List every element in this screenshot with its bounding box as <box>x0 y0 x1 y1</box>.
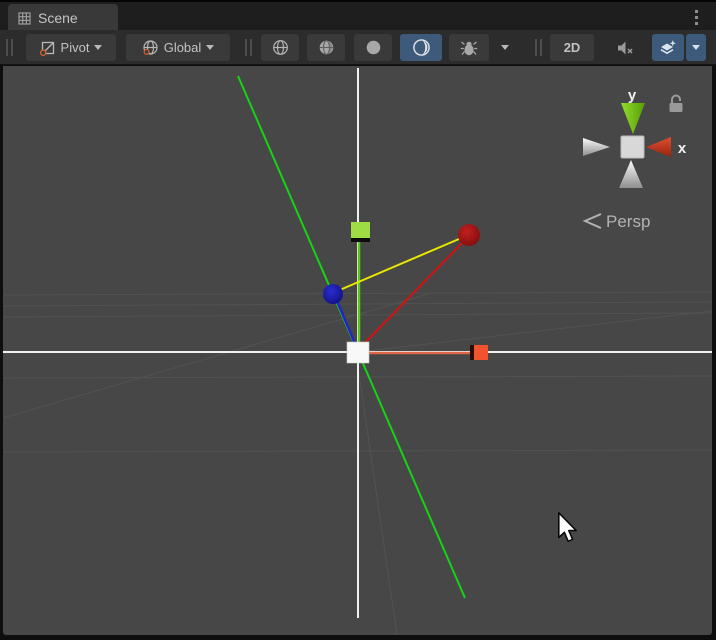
kebab-menu-button[interactable] <box>688 7 704 27</box>
orientation-gizmo[interactable]: y x Persp <box>583 87 687 231</box>
draw-mode-crescent-button[interactable] <box>400 34 442 61</box>
scene-toolbar: Pivot Global <box>0 30 716 65</box>
red-link-line <box>360 240 465 348</box>
gizmo-y-axis-cone[interactable] <box>621 103 645 134</box>
shaded-sphere-icon <box>365 39 382 56</box>
gizmo-x-axis-label: x <box>678 140 687 157</box>
effects-dropdown[interactable] <box>686 34 706 61</box>
projection-mode-toggle[interactable]: Persp <box>585 212 650 231</box>
wireframe-sphere-icon <box>272 39 289 56</box>
pivot-label: Pivot <box>61 40 90 55</box>
scene-view-window: Scene Pivot Gl <box>0 0 716 640</box>
scene-canvas: y x Persp <box>3 66 712 635</box>
global-label: Global <box>164 40 202 55</box>
pivot-icon <box>40 40 56 56</box>
gizmo-y-axis-label: y <box>628 87 637 104</box>
gizmo-center-cube[interactable] <box>621 136 644 158</box>
audio-muted-icon <box>616 40 634 56</box>
2d-label: 2D <box>564 40 581 55</box>
debug-bug-icon <box>460 39 478 57</box>
orange-cube-handle[interactable] <box>470 345 488 360</box>
debug-mode-dropdown[interactable] <box>493 34 517 61</box>
chevron-down-icon <box>501 45 509 50</box>
shaded-wireframe-sphere-icon <box>318 39 335 56</box>
crescent-sphere-icon <box>412 38 431 57</box>
scene-viewport[interactable]: y x Persp <box>3 66 712 635</box>
tool-handle-position-dropdown[interactable]: Pivot <box>26 34 116 61</box>
effects-toggle-button[interactable] <box>652 34 684 61</box>
blue-link-line <box>335 296 356 346</box>
globe-icon <box>142 39 159 56</box>
toolbar-drag-handle[interactable] <box>245 39 252 56</box>
toolbar-drag-handle[interactable] <box>535 39 542 56</box>
tab-scene[interactable]: Scene <box>8 4 118 32</box>
gizmo-negative-y-cone[interactable] <box>619 160 643 188</box>
projection-label: Persp <box>606 212 650 231</box>
chevron-down-icon <box>94 45 102 50</box>
toolbar-drag-handle[interactable] <box>6 39 13 56</box>
tool-handle-rotation-dropdown[interactable]: Global <box>126 34 230 61</box>
grid-icon <box>18 12 31 25</box>
gizmo-x-axis-cone[interactable] <box>646 137 671 157</box>
draw-mode-shaded-wireframe-button[interactable] <box>307 34 345 61</box>
mouse-cursor <box>559 513 576 542</box>
yellow-link-line <box>335 236 466 292</box>
blue-sphere-handle[interactable] <box>323 284 343 304</box>
draw-mode-wireframe-button[interactable] <box>261 34 299 61</box>
red-sphere-handle[interactable] <box>458 224 480 246</box>
lime-square-handle[interactable] <box>351 222 370 242</box>
tab-scene-label: Scene <box>38 10 78 26</box>
tab-bar: Scene <box>0 0 716 30</box>
2d-toggle-button[interactable]: 2D <box>550 34 594 61</box>
effects-layers-icon <box>659 39 677 57</box>
gizmo-negative-x-cone[interactable] <box>583 138 610 156</box>
debug-draw-mode-button[interactable] <box>449 34 489 61</box>
draw-mode-shaded-button[interactable] <box>354 34 392 61</box>
audio-toggle-button[interactable] <box>603 34 647 61</box>
persp-angle-icon <box>585 214 601 228</box>
chevron-down-icon <box>692 45 700 50</box>
chevron-down-icon <box>206 45 214 50</box>
unlocked-padlock-icon[interactable] <box>670 96 683 113</box>
origin-white-square-handle[interactable] <box>347 342 369 363</box>
